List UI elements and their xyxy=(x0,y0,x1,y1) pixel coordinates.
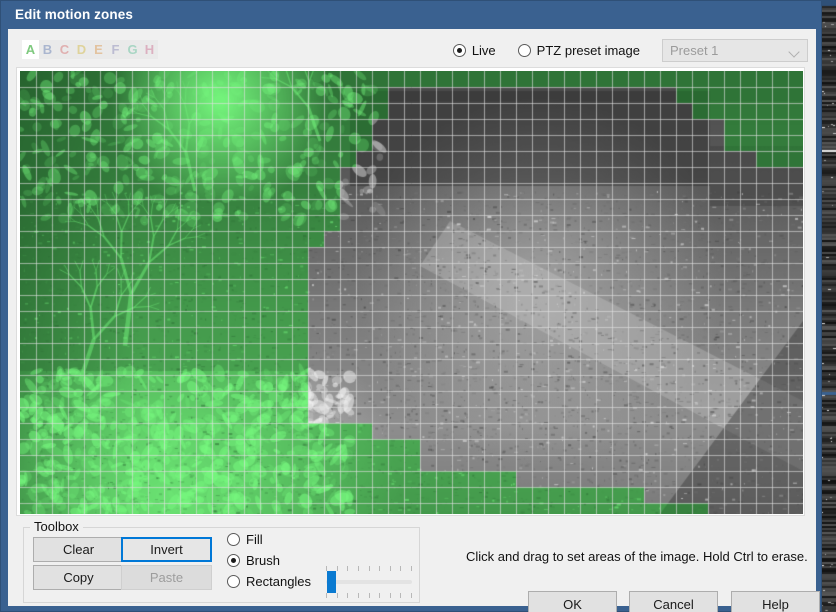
dialog-client-area: A B C D E F G H Live PTZ preset image Pr… xyxy=(8,29,820,612)
copy-button[interactable]: Copy xyxy=(33,565,124,590)
radio-brush[interactable]: Brush xyxy=(227,553,311,568)
screen: Edit motion zones A B C D E F G H Live P… xyxy=(0,0,836,612)
zone-tab-f[interactable]: F xyxy=(107,40,124,59)
image-source-controls: Live PTZ preset image Preset 1 xyxy=(452,38,808,62)
zone-tab-d-label: D xyxy=(76,42,87,57)
zone-tab-e-label: E xyxy=(94,42,103,57)
slider-track xyxy=(326,580,412,584)
zone-tab-b[interactable]: B xyxy=(39,40,56,59)
zone-tab-c-label: C xyxy=(59,42,70,57)
invert-button[interactable]: Invert xyxy=(121,537,212,562)
radio-live[interactable]: Live xyxy=(452,42,496,58)
motion-zone-image-frame xyxy=(16,67,805,516)
zone-tab-e[interactable]: E xyxy=(90,40,107,59)
zone-tab-h[interactable]: H xyxy=(141,40,158,59)
zone-tab-b-label: B xyxy=(42,42,53,57)
radio-fill-indicator xyxy=(227,533,240,546)
zone-tab-a[interactable]: A xyxy=(22,40,39,59)
slider-thumb[interactable] xyxy=(327,571,336,593)
tool-mode-radios: Fill Brush Rectangles xyxy=(227,532,311,595)
camera-image-with-zone-grid[interactable] xyxy=(20,71,803,514)
radio-ptz-indicator xyxy=(517,43,531,57)
zone-tab-d[interactable]: D xyxy=(73,40,90,59)
preset-select[interactable]: Preset 1 xyxy=(662,38,808,62)
radio-live-label: Live xyxy=(471,42,496,58)
zone-tab-bar: A B C D E F G H xyxy=(22,40,158,59)
radio-rectangles-label: Rectangles xyxy=(246,574,312,589)
edit-motion-zones-dialog: Edit motion zones A B C D E F G H Live P… xyxy=(0,0,822,612)
preset-select-value: Preset 1 xyxy=(670,42,719,58)
zone-tab-f-label: F xyxy=(111,42,120,57)
brush-size-slider[interactable] xyxy=(326,566,412,598)
radio-ptz-label: PTZ preset image xyxy=(536,42,640,58)
help-button[interactable]: Help xyxy=(731,591,820,612)
radio-brush-indicator xyxy=(227,554,240,567)
radio-brush-label: Brush xyxy=(246,553,280,568)
radio-rectangles[interactable]: Rectangles xyxy=(227,574,311,589)
paste-button[interactable]: Paste xyxy=(121,565,212,590)
zone-tab-a-label: A xyxy=(25,42,36,57)
radio-ptz-preset-image[interactable]: PTZ preset image xyxy=(517,42,640,58)
zone-tab-c[interactable]: C xyxy=(56,40,73,59)
radio-fill-label: Fill xyxy=(246,532,263,547)
instruction-text: Click and drag to set areas of the image… xyxy=(466,549,808,564)
motion-zone-canvas-area[interactable] xyxy=(20,71,803,514)
dialog-title: Edit motion zones xyxy=(15,7,133,22)
zone-tab-g-label: G xyxy=(127,42,138,57)
zone-tab-g[interactable]: G xyxy=(124,40,141,59)
cancel-button[interactable]: Cancel xyxy=(629,591,718,612)
toolbox-legend: Toolbox xyxy=(30,519,83,534)
slider-ticks-top xyxy=(326,566,412,571)
dialog-titlebar[interactable]: Edit motion zones xyxy=(1,1,821,29)
clear-button[interactable]: Clear xyxy=(33,537,124,562)
chevron-down-icon xyxy=(790,48,798,56)
radio-rectangles-indicator xyxy=(227,575,240,588)
ok-button[interactable]: OK xyxy=(528,591,617,612)
slider-ticks-bottom xyxy=(326,593,412,598)
radio-live-indicator xyxy=(452,43,466,57)
zone-tab-h-label: H xyxy=(144,42,155,57)
radio-fill[interactable]: Fill xyxy=(227,532,311,547)
